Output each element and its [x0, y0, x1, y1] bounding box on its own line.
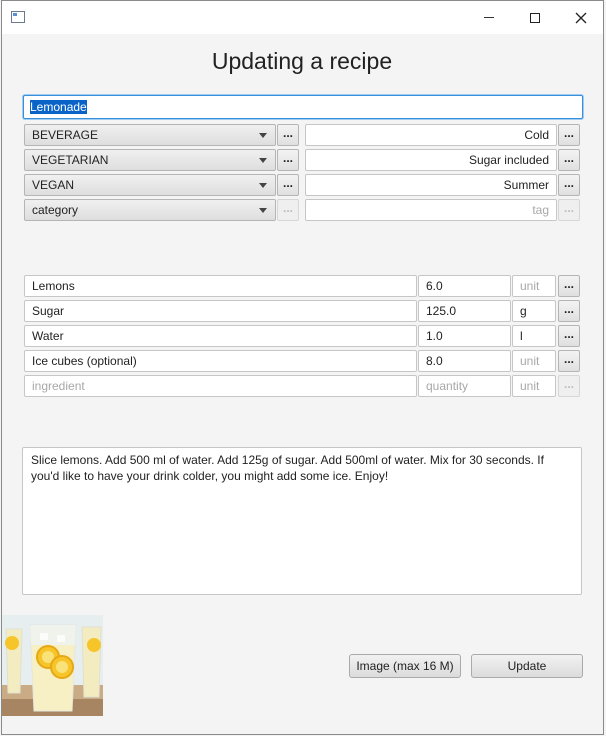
tag-field-3[interactable]: Summer — [305, 174, 557, 196]
new-ingredient-more-button: ... — [558, 375, 580, 397]
ingredient-name-field[interactable]: Lemons — [24, 275, 417, 297]
recipe-name-value: Lemonade — [30, 100, 87, 114]
ingredient-unit-field[interactable]: unit — [512, 275, 556, 297]
tag-field-new[interactable]: tag — [305, 199, 557, 221]
minimize-button[interactable] — [466, 1, 512, 34]
category-select-2[interactable]: VEGETARIAN — [24, 149, 276, 171]
ingredient-name-field[interactable]: Ice cubes (optional) — [24, 350, 417, 372]
ingredient-quantity-field[interactable]: 1.0 — [418, 325, 511, 347]
chevron-down-icon — [259, 158, 267, 163]
maximize-icon — [530, 12, 540, 23]
title-bar — [2, 1, 603, 34]
category-value: VEGETARIAN — [32, 153, 109, 167]
ingredient-unit-field[interactable]: g — [512, 300, 556, 322]
category-more-button-1[interactable]: ... — [277, 124, 299, 146]
new-ingredient-quantity-field[interactable]: quantity — [418, 375, 511, 397]
tag-field-1[interactable]: Cold — [305, 124, 557, 146]
category-select-1[interactable]: BEVERAGE — [24, 124, 276, 146]
category-more-button-2[interactable]: ... — [277, 149, 299, 171]
recipe-name-input[interactable]: Lemonade — [23, 95, 583, 119]
chevron-down-icon — [259, 208, 267, 213]
category-select-3[interactable]: VEGAN — [24, 174, 276, 196]
category-select-new[interactable]: category — [24, 199, 276, 221]
ingredient-more-button[interactable]: ... — [558, 275, 580, 297]
tag-more-button-3[interactable]: ... — [558, 174, 580, 196]
page-title: Updating a recipe — [211, 48, 393, 74]
chevron-down-icon — [259, 133, 267, 138]
ingredient-quantity-field[interactable]: 6.0 — [418, 275, 511, 297]
category-more-button-3[interactable]: ... — [277, 174, 299, 196]
ingredient-more-button[interactable]: ... — [558, 350, 580, 372]
tag-more-button-1[interactable]: ... — [558, 124, 580, 146]
update-button[interactable]: Update — [471, 654, 583, 678]
close-icon — [575, 12, 587, 23]
ingredient-more-button[interactable]: ... — [558, 325, 580, 347]
ingredient-more-button[interactable]: ... — [558, 300, 580, 322]
lemonade-glasses-image — [2, 615, 103, 716]
category-more-button-new: ... — [277, 199, 299, 221]
image-button[interactable]: Image (max 16 M) — [349, 654, 461, 678]
tag-more-button-2[interactable]: ... — [558, 149, 580, 171]
maximize-button[interactable] — [512, 1, 558, 34]
tag-field-2[interactable]: Sugar included — [305, 149, 557, 171]
ingredient-quantity-field[interactable]: 125.0 — [418, 300, 511, 322]
ingredient-quantity-field[interactable]: 8.0 — [418, 350, 511, 372]
category-value: BEVERAGE — [32, 128, 99, 142]
ingredient-name-field[interactable]: Water — [24, 325, 417, 347]
photo-illustration — [2, 615, 103, 716]
chevron-down-icon — [259, 183, 267, 188]
minimize-icon — [484, 17, 494, 18]
ingredient-unit-field[interactable]: l — [512, 325, 556, 347]
new-ingredient-unit-field[interactable]: unit — [512, 375, 556, 397]
instructions-textarea[interactable]: Slice lemons. Add 500 ml of water. Add 1… — [22, 447, 582, 595]
category-value: VEGAN — [32, 178, 75, 192]
close-button[interactable] — [558, 1, 604, 34]
category-placeholder: category — [32, 203, 79, 217]
ingredient-name-field[interactable]: Sugar — [24, 300, 417, 322]
ingredient-unit-field[interactable]: unit — [512, 350, 556, 372]
tag-more-button-new: ... — [558, 199, 580, 221]
new-ingredient-name-field[interactable]: ingredient — [24, 375, 417, 397]
window-icon — [11, 11, 25, 23]
